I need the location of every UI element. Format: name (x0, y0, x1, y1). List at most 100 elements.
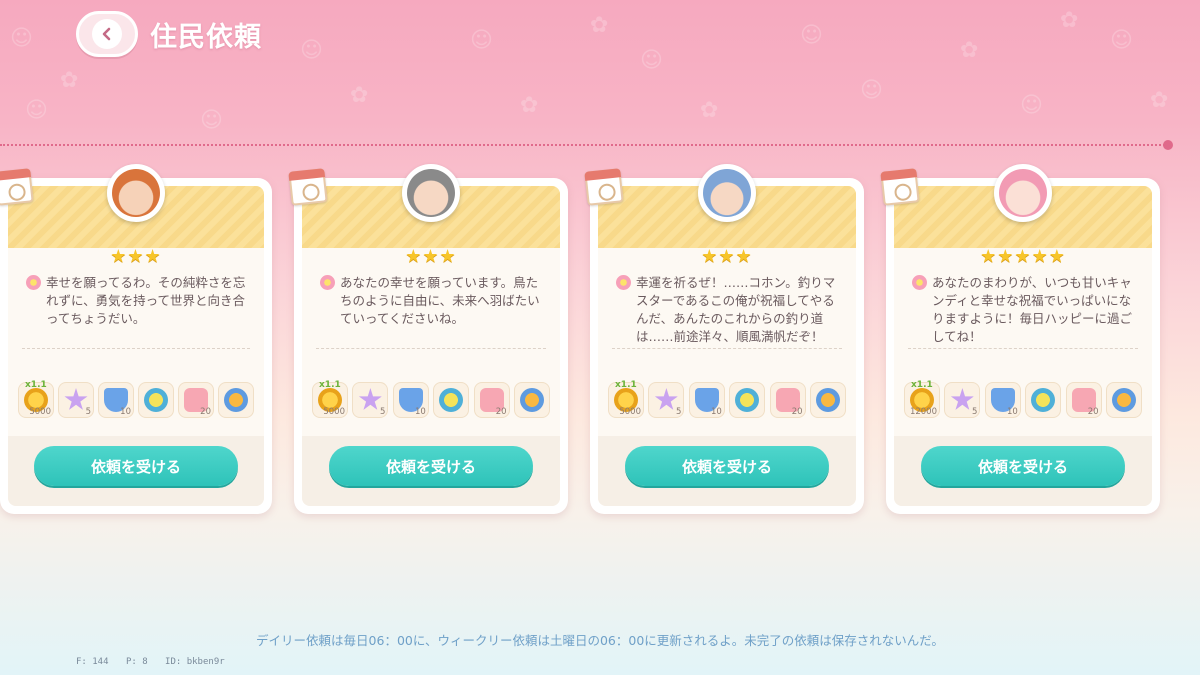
card-body: ★★★ 幸せを願ってるわ。その純粋さを忘れずに、勇気を持って世界と向き合ってちょ… (8, 186, 264, 506)
mystery-icon (144, 388, 168, 412)
duck-icon (815, 388, 840, 412)
accept-request-button[interactable]: 依頼を受ける (34, 446, 238, 486)
reward-multiplier: x1.1 (25, 380, 47, 390)
request-card: ★★★ 幸せを願ってるわ。その純粋さを忘れずに、勇気を持って世界と向き合ってちょ… (0, 164, 272, 514)
reward-multiplier: x1.1 (319, 380, 341, 390)
request-card: ★★★ あなたの幸せを願っています。鳥たちのように自由に、未来へ羽ばたいていって… (288, 164, 568, 514)
reward-list: x1.1 5000 5 10 20 (312, 380, 550, 418)
reward-qty: 10 (120, 407, 131, 417)
reward-item[interactable]: 5 (352, 382, 389, 418)
back-button[interactable] (76, 11, 138, 57)
resident-message: あなたのまわりが、いつも甘いキャンディと幸せな祝福でいっぱいになりますように！毎… (912, 274, 1138, 346)
star-rating: ★★★ (110, 246, 162, 267)
reward-item[interactable] (729, 382, 766, 418)
reward-qty: 20 (791, 407, 803, 417)
card-divider (316, 348, 546, 349)
reward-qty: 5000 (29, 407, 51, 417)
request-card: ★★★★★ あなたのまわりが、いつも甘いキャンディと幸せな祝福でいっぱいになりま… (880, 164, 1160, 514)
page-title: 住民依頼 (150, 21, 262, 53)
debug-id: ID: bkben9r (165, 657, 225, 667)
mystery-icon (1031, 388, 1056, 412)
star-rating: ★★★ (405, 246, 457, 267)
reward-multiplier: x1.1 (911, 380, 933, 390)
card-body: ★★★ あなたの幸せを願っています。鳥たちのように自由に、未来へ羽ばたいていって… (302, 186, 560, 506)
mystery-icon (439, 388, 464, 412)
resident-message: 幸運を祈るぜ！……コホン。釣りマスターであるこの俺が祝福してやるんだ、あんたのこ… (616, 274, 842, 346)
resident-message: 幸せを願ってるわ。その純粋さを忘れずに、勇気を持って世界と向き合ってちょうだい。 (26, 274, 250, 328)
reward-item[interactable] (1025, 382, 1062, 418)
reward-qty: 5000 (323, 407, 345, 417)
debug-fps: F: 144 (76, 657, 109, 667)
accept-request-button[interactable]: 依頼を受ける (329, 446, 533, 486)
reward-list: x1.1 5000 5 10 20 (18, 380, 254, 418)
divider-line (0, 144, 1168, 146)
reward-qty: 12000 (909, 407, 937, 417)
resident-message: あなたの幸せを願っています。鳥たちのように自由に、未来へ羽ばたいていってください… (320, 274, 546, 328)
message-text: あなたのまわりが、いつも甘いキャンディと幸せな祝福でいっぱいになりますように！毎… (932, 275, 1133, 344)
reward-qty: 20 (1087, 407, 1099, 417)
reward-item[interactable] (138, 382, 174, 418)
reward-list: x1.1 12000 5 10 20 (904, 380, 1142, 418)
message-text: 幸運を祈るぜ！……コホン。釣りマスターであるこの俺が祝福してやるんだ、あんたのこ… (636, 275, 836, 344)
reward-item[interactable] (809, 382, 846, 418)
reward-item[interactable] (433, 382, 470, 418)
card-divider (612, 348, 842, 349)
star-icon (64, 388, 88, 410)
reward-item[interactable]: 20 (769, 382, 806, 418)
calendar-icon (288, 168, 328, 206)
reward-item[interactable]: 20 (178, 382, 214, 418)
card-body: ★★★ 幸運を祈るぜ！……コホン。釣りマスターであるこの俺が祝福してやるんだ、あ… (598, 186, 856, 506)
flower-icon (912, 275, 927, 290)
reward-qty: 5 (379, 407, 386, 417)
reward-item[interactable]: 20 (473, 382, 510, 418)
reward-item[interactable] (513, 382, 550, 418)
flower-icon (616, 275, 631, 290)
reward-item[interactable]: x1.1 12000 (904, 380, 940, 418)
reward-item[interactable]: 10 (984, 382, 1021, 418)
request-card: ★★★ 幸運を祈るぜ！……コホン。釣りマスターであるこの俺が祝福してやるんだ、あ… (584, 164, 864, 514)
star-rating: ★★★ (701, 246, 753, 267)
reward-qty: 5000 (619, 407, 641, 417)
reward-qty: 10 (710, 407, 722, 417)
header: 住民依頼 (76, 10, 262, 58)
accept-request-button[interactable]: 依頼を受ける (625, 446, 829, 486)
avatar (402, 164, 460, 222)
reward-qty: 10 (1006, 407, 1018, 417)
divider-end-dot (1163, 140, 1173, 150)
card-divider (22, 348, 250, 349)
chevron-left-icon (92, 19, 122, 49)
reward-item[interactable] (1105, 382, 1142, 418)
flower-icon (320, 275, 335, 290)
accept-request-button[interactable]: 依頼を受ける (921, 446, 1125, 486)
reward-item[interactable]: 10 (392, 382, 429, 418)
duck-icon (519, 388, 544, 412)
avatar (994, 164, 1052, 222)
reward-item[interactable]: x1.1 5000 (608, 380, 644, 418)
reward-item[interactable]: 5 (944, 382, 981, 418)
reward-item[interactable]: x1.1 5000 (312, 380, 348, 418)
reward-qty: 20 (495, 407, 507, 417)
reward-item[interactable]: x1.1 5000 (18, 380, 54, 418)
calendar-icon (0, 168, 34, 206)
star-icon (654, 388, 678, 410)
reward-item[interactable]: 10 (98, 382, 134, 418)
avatar (698, 164, 756, 222)
reward-item[interactable]: 5 (58, 382, 94, 418)
duck-icon (224, 388, 248, 412)
duck-icon (1111, 388, 1136, 412)
card-divider (908, 348, 1138, 349)
message-text: あなたの幸せを願っています。鳥たちのように自由に、未来へ羽ばたいていってください… (340, 275, 540, 326)
reward-item[interactable]: 10 (688, 382, 725, 418)
reward-qty: 10 (414, 407, 426, 417)
reward-item[interactable] (218, 382, 254, 418)
reward-item[interactable]: 20 (1065, 382, 1102, 418)
debug-ping: P: 8 (125, 657, 148, 667)
calendar-icon (880, 168, 920, 206)
avatar (107, 164, 165, 222)
mystery-icon (735, 388, 760, 412)
reward-item[interactable]: 5 (648, 382, 685, 418)
reward-list: x1.1 5000 5 10 20 (608, 380, 846, 418)
star-icon (950, 388, 974, 410)
refresh-info-text: デイリー依頼は毎日06：00に、ウィークリー依頼は土曜日の06：00に更新される… (256, 633, 944, 648)
reward-qty: 5 (85, 407, 91, 417)
